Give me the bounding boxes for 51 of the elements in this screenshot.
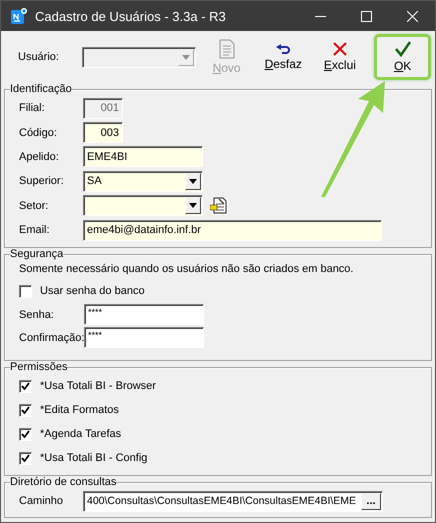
path-field[interactable]: 400\Consultas\ConsultasEME4BI\ConsultasEME4BI\EME ... <box>83 490 383 512</box>
field-label: Caminho <box>19 495 64 507</box>
dropdown-field[interactable] <box>83 195 203 216</box>
password-field[interactable]: **** <box>84 327 204 348</box>
input-field[interactable]: EME4BI <box>83 146 203 168</box>
password-field[interactable]: **** <box>84 304 204 325</box>
field-label: Senha: <box>19 308 55 320</box>
app-icon <box>11 8 27 24</box>
checkbox-label: *Agenda Tarefas <box>40 428 122 440</box>
checkmark-icon <box>21 406 30 414</box>
close-icon[interactable] <box>406 10 418 22</box>
checkbox-label: Usar senha do banco <box>40 285 145 297</box>
field-label: Apelido: <box>19 150 60 163</box>
field-label: Superior: <box>19 175 65 188</box>
group-title: Segurança <box>10 248 64 261</box>
group-title: Permissões <box>10 361 68 374</box>
dropdown-arrow-icon <box>189 203 197 208</box>
checkbox-label: *Usa Totali BI - Config <box>40 452 148 464</box>
close-icon <box>332 42 347 56</box>
field-label: Usuário: <box>18 51 60 63</box>
checkbox[interactable] <box>19 452 32 464</box>
input-field[interactable]: 003 <box>83 122 123 144</box>
field-label: Email: <box>19 224 51 236</box>
field-label: Filial: <box>19 102 46 114</box>
checkmark-icon <box>21 454 30 462</box>
checkmark-icon <box>21 382 30 390</box>
checkbox[interactable] <box>19 284 32 298</box>
dropdown-field[interactable]: SA <box>83 170 203 192</box>
maximize-icon[interactable] <box>360 10 372 22</box>
group-title: Diretório de consultas <box>10 476 116 489</box>
checkbox-label: *Edita Formatos <box>40 404 119 416</box>
checkmark-icon <box>21 430 30 438</box>
browse-button[interactable]: ... <box>361 492 381 510</box>
field-label: Setor: <box>19 200 50 212</box>
undo-icon <box>275 43 292 55</box>
window-title: Cadastro de Usuários - 3.3a - R3 <box>35 8 227 24</box>
input-field[interactable]: eme4bi@datainfo.inf.br <box>83 220 382 241</box>
checkmark-icon <box>394 41 411 57</box>
info-text: Somente necessário quando os usuários não são criados em banco. <box>19 263 354 275</box>
field-label: Código: <box>19 126 58 139</box>
dropdown-arrow-icon <box>182 54 190 60</box>
edit-document-icon[interactable] <box>210 197 227 214</box>
checkbox[interactable] <box>19 404 32 416</box>
document-icon <box>218 39 236 59</box>
dropdown-arrow-icon <box>189 178 197 184</box>
toolbar-button[interactable]: OK <box>374 34 431 80</box>
field-label: Confirmação: <box>19 332 84 344</box>
checkbox[interactable] <box>19 428 32 440</box>
group-title: Identificação <box>10 83 72 96</box>
checkbox[interactable] <box>19 380 32 392</box>
checkbox-label: *Usa Totali BI - Browser <box>40 380 156 392</box>
